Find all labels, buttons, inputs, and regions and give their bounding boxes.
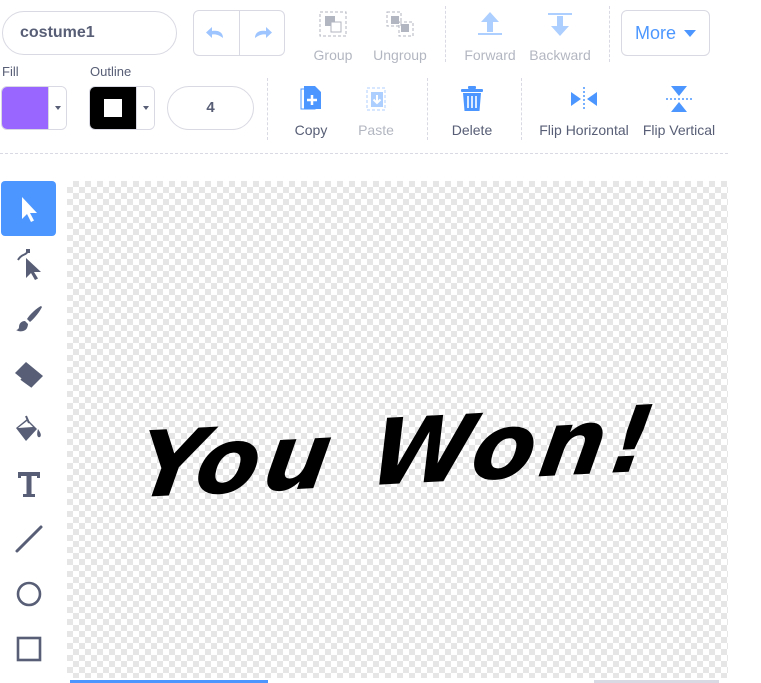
redo-icon — [254, 27, 272, 38]
brush-tool[interactable] — [1, 291, 56, 346]
backward-icon — [548, 13, 572, 36]
undo-button[interactable] — [194, 11, 239, 55]
divider — [521, 78, 522, 140]
arrow-icon — [21, 196, 37, 222]
more-label: More — [634, 22, 676, 43]
reshape-icon — [16, 248, 41, 280]
line-tool[interactable] — [1, 511, 56, 566]
reshape-tool[interactable] — [1, 236, 56, 291]
drawing-canvas[interactable]: You Won! — [67, 181, 728, 678]
canvas-text[interactable]: You Won! — [55, 382, 740, 523]
more-button[interactable]: More — [621, 10, 710, 56]
circle-tool[interactable] — [1, 566, 56, 621]
copy-button[interactable]: Copy — [287, 85, 335, 138]
outline-label: Outline — [90, 64, 132, 79]
forward-button[interactable]: Forward — [460, 10, 520, 63]
text-tool[interactable] — [1, 456, 56, 511]
flip-horizontal-icon — [571, 87, 597, 111]
undo-redo-group — [193, 10, 285, 56]
chevron-down-icon — [684, 29, 696, 37]
divider — [445, 6, 446, 62]
group-icon — [319, 11, 347, 37]
flip-vertical-button[interactable]: Flip Vertical — [638, 85, 720, 138]
copy-label: Copy — [294, 122, 328, 138]
divider — [267, 78, 268, 140]
paste-button[interactable]: Paste — [352, 85, 400, 138]
fill-tool[interactable] — [1, 401, 56, 456]
flip-horizontal-button[interactable]: Flip Horizontal — [536, 85, 632, 138]
eraser-tool[interactable] — [1, 346, 56, 401]
fill-label: Fill — [2, 64, 19, 79]
paste-label: Paste — [358, 122, 394, 138]
undo-icon — [206, 27, 224, 38]
flip-vertical-label: Flip Vertical — [642, 122, 716, 138]
toolbar-divider — [0, 153, 728, 154]
outline-color-picker[interactable] — [89, 86, 155, 130]
backward-label: Backward — [529, 47, 591, 63]
costume-name-input[interactable]: costume1 — [2, 11, 177, 55]
copy-icon — [300, 86, 321, 110]
delete-button[interactable]: Delete — [446, 85, 498, 138]
bucket-icon — [15, 415, 41, 441]
outline-swatch — [90, 87, 136, 129]
forward-icon — [478, 12, 502, 35]
eraser-icon — [14, 361, 43, 388]
rectangle-icon — [16, 636, 41, 661]
rectangle-tool[interactable] — [1, 621, 56, 676]
group-button[interactable]: Group — [308, 10, 358, 63]
divider — [427, 78, 428, 140]
forward-label: Forward — [464, 47, 516, 63]
trash-icon — [461, 86, 483, 111]
flip-vertical-icon — [666, 86, 692, 112]
brush-icon — [15, 305, 42, 331]
ungroup-button[interactable]: Ungroup — [368, 10, 432, 63]
dropdown-arrow-icon — [136, 87, 154, 129]
backward-button[interactable]: Backward — [526, 10, 594, 63]
select-tool[interactable] — [1, 181, 56, 236]
circle-icon — [16, 581, 41, 606]
outline-width-input[interactable]: 4 — [167, 86, 254, 130]
text-icon — [17, 471, 40, 497]
group-label: Group — [313, 47, 353, 63]
ungroup-icon — [386, 11, 414, 37]
fill-color-picker[interactable] — [1, 86, 67, 130]
divider — [609, 6, 610, 62]
dropdown-arrow-icon — [48, 87, 66, 129]
delete-label: Delete — [451, 122, 493, 138]
fill-swatch — [2, 87, 48, 129]
line-icon — [15, 525, 42, 552]
paste-icon — [366, 87, 386, 111]
ungroup-label: Ungroup — [373, 47, 427, 63]
redo-button[interactable] — [238, 11, 285, 55]
flip-horizontal-label: Flip Horizontal — [539, 122, 629, 138]
